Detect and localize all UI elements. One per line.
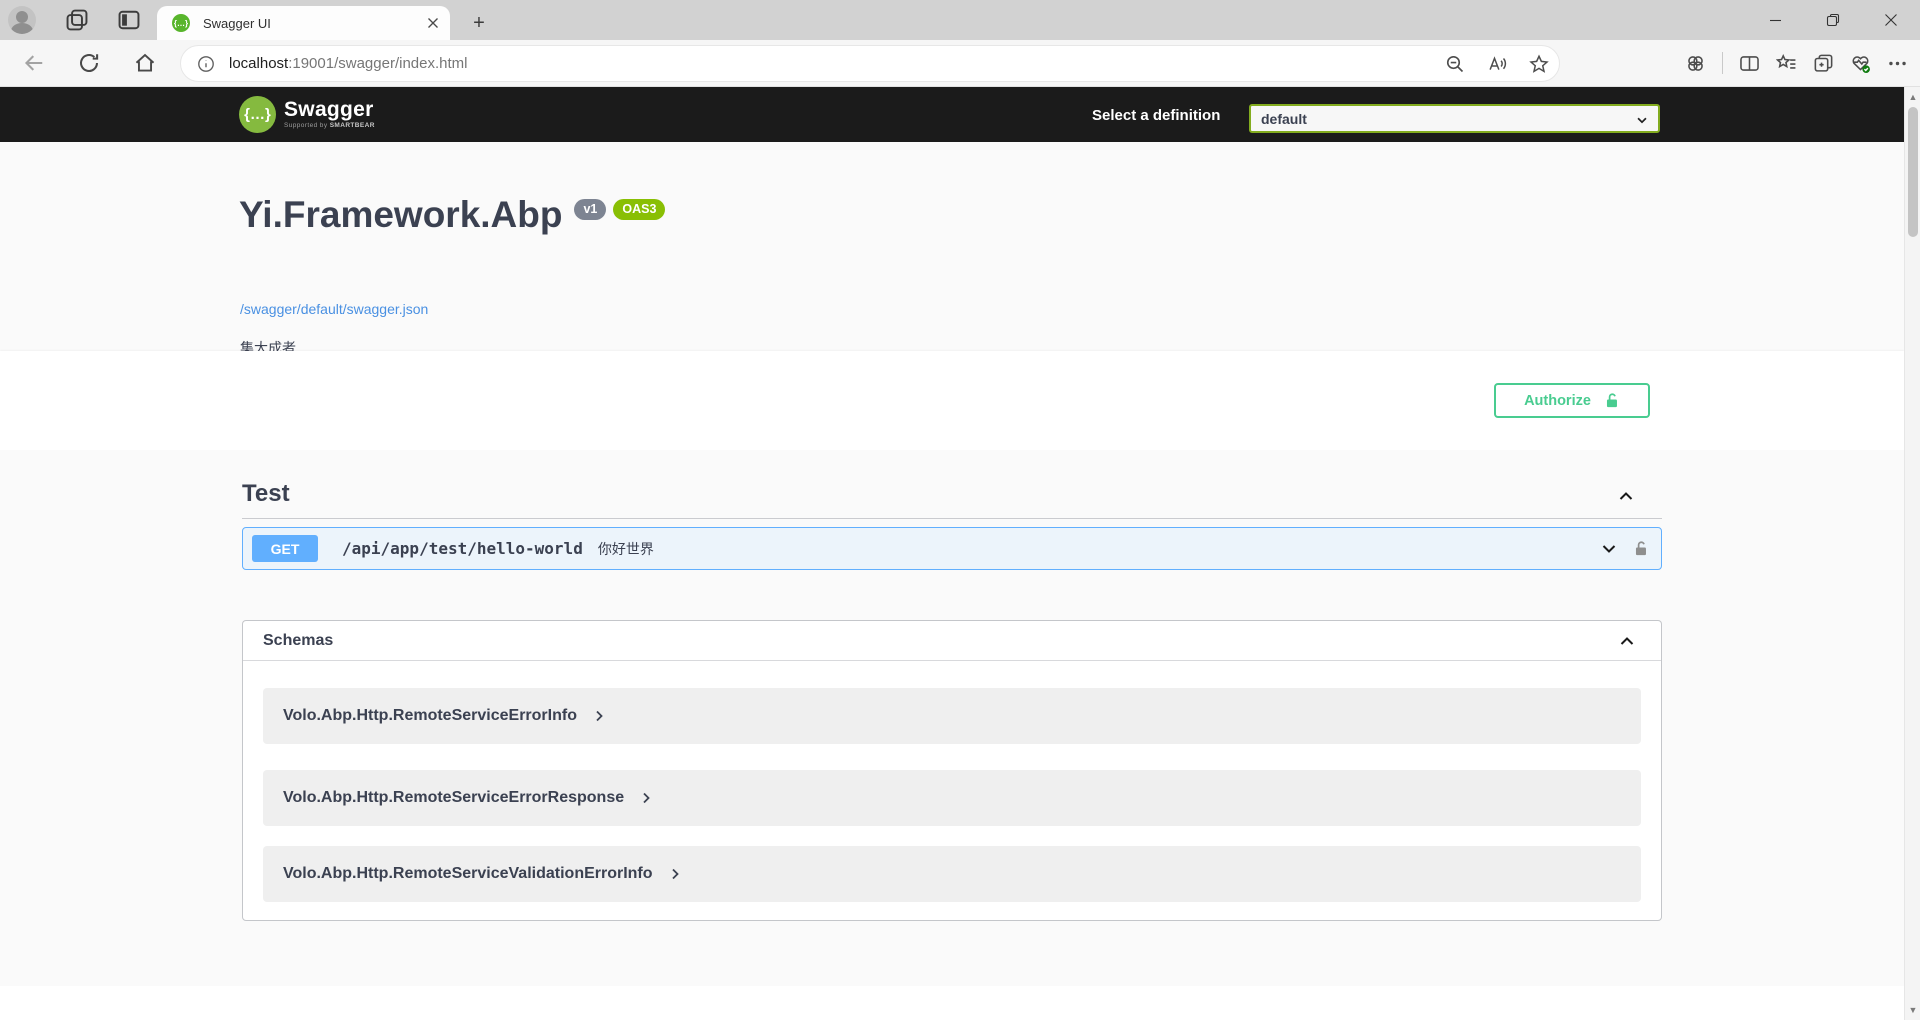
definition-select-label: Select a definition: [1092, 107, 1220, 124]
operation-lock-icon[interactable]: [1632, 540, 1649, 557]
schemas-header[interactable]: Schemas: [243, 621, 1661, 661]
home-icon[interactable]: [134, 52, 156, 74]
collections-icon[interactable]: [1813, 53, 1834, 74]
window-controls: [1746, 0, 1920, 40]
model-expand-chevron-right-icon: [667, 866, 683, 882]
window-restore-button[interactable]: [1804, 0, 1862, 40]
swagger-favicon-icon: {…}: [172, 14, 190, 32]
favorite-star-icon[interactable]: [1529, 54, 1549, 74]
unlocked-padlock-icon: [1603, 392, 1620, 409]
settings-more-icon[interactable]: [1887, 53, 1908, 74]
split-screen-icon[interactable]: [1739, 53, 1760, 74]
addressbar-actions: [1445, 46, 1549, 81]
browser-toolbar: localhost:19001/swagger/index.html: [0, 40, 1920, 87]
new-tab-button[interactable]: +: [466, 10, 492, 36]
definition-select-value: default: [1261, 111, 1307, 127]
definition-select[interactable]: default: [1249, 104, 1660, 133]
model-name: Volo.Abp.Http.RemoteServiceErrorResponse: [283, 789, 624, 807]
operation-path: /api/app/test/hello-world: [342, 539, 583, 558]
toolbar-right-actions: [1685, 52, 1908, 74]
swagger-logo-subtext: Supported by SMARTBEAR: [284, 122, 375, 129]
authorize-label: Authorize: [1524, 393, 1591, 409]
browser-essentials-icon[interactable]: [1850, 53, 1871, 74]
tab-title: Swagger UI: [203, 16, 271, 31]
version-badge: v1: [574, 199, 606, 220]
tag-title: Test: [242, 480, 290, 507]
read-aloud-icon[interactable]: [1487, 54, 1507, 74]
scrollbar-thumb[interactable]: [1908, 107, 1918, 237]
swagger-page: {…} Swagger Supported by SMARTBEAR Selec…: [0, 87, 1904, 1020]
schemas-section: Schemas Volo.Abp.Http.RemoteServiceError…: [242, 620, 1662, 921]
profile-avatar[interactable]: [8, 6, 36, 34]
site-info-icon[interactable]: [197, 55, 215, 73]
scheme-container: Authorize: [0, 351, 1904, 450]
tab-close-icon[interactable]: [424, 14, 442, 32]
swagger-logo-text: Swagger: [284, 100, 375, 120]
toolbar-divider: [1722, 52, 1723, 74]
expand-chevron-down-icon[interactable]: [1599, 539, 1619, 559]
page-scrollbar[interactable]: ▲ ▼: [1904, 87, 1920, 1020]
spec-json-link[interactable]: /swagger/default/swagger.json: [240, 301, 428, 317]
model-expand-chevron-right-icon: [591, 708, 607, 724]
model-name: Volo.Abp.Http.RemoteServiceErrorInfo: [283, 707, 577, 725]
window-close-button[interactable]: [1862, 0, 1920, 40]
model-row-remote-service-validation-error-info[interactable]: Volo.Abp.Http.RemoteServiceValidationErr…: [263, 846, 1641, 902]
address-bar[interactable]: localhost:19001/swagger/index.html: [180, 45, 1560, 82]
refresh-icon[interactable]: [78, 52, 100, 74]
http-method-badge: GET: [252, 535, 318, 562]
model-row-remote-service-error-response[interactable]: Volo.Abp.Http.RemoteServiceErrorResponse: [263, 770, 1641, 826]
browser-tab-swagger-ui[interactable]: {…} Swagger UI: [157, 6, 450, 40]
operation-summary: 你好世界: [598, 539, 654, 559]
model-expand-chevron-right-icon: [638, 790, 654, 806]
opblock-get-hello-world[interactable]: GET /api/app/test/hello-world 你好世界: [242, 527, 1662, 570]
avatar-body: [11, 23, 33, 34]
url-text[interactable]: localhost:19001/swagger/index.html: [229, 55, 467, 72]
authorize-button[interactable]: Authorize: [1494, 383, 1650, 418]
extensions-icon[interactable]: [1685, 53, 1706, 74]
url-host: localhost: [229, 55, 288, 72]
zoom-out-icon[interactable]: [1445, 54, 1465, 74]
browser-titlebar: {…} Swagger UI +: [0, 0, 1920, 40]
model-name: Volo.Abp.Http.RemoteServiceValidationErr…: [283, 865, 653, 883]
schemas-title: Schemas: [263, 632, 333, 650]
tab-actions-icon[interactable]: [117, 8, 141, 32]
browser-viewport: {…} Swagger Supported by SMARTBEAR Selec…: [0, 87, 1920, 1020]
workspaces-icon[interactable]: [65, 8, 89, 32]
scroll-down-arrow-icon[interactable]: ▼: [1905, 1002, 1920, 1018]
collapse-chevron-up-icon[interactable]: [1616, 486, 1636, 506]
url-path: :19001/swagger/index.html: [288, 55, 467, 72]
window-minimize-button[interactable]: [1746, 0, 1804, 40]
oas3-badge: OAS3: [613, 199, 665, 220]
select-chevron-down-icon: [1635, 113, 1649, 127]
schemas-collapse-chevron-up-icon[interactable]: [1617, 631, 1637, 651]
favorites-bar-icon[interactable]: [1776, 53, 1797, 74]
back-icon[interactable]: [23, 52, 45, 74]
avatar-head: [16, 11, 28, 23]
swagger-topbar: {…} Swagger Supported by SMARTBEAR Selec…: [0, 87, 1904, 142]
model-row-remote-service-error-info[interactable]: Volo.Abp.Http.RemoteServiceErrorInfo: [263, 688, 1641, 744]
swagger-logo: {…} Swagger Supported by SMARTBEAR: [239, 96, 375, 133]
tag-section-test[interactable]: Test: [242, 480, 1662, 519]
swagger-logo-icon: {…}: [239, 96, 276, 133]
scroll-up-arrow-icon[interactable]: ▲: [1905, 89, 1920, 105]
api-title: Yi.Framework.Abpv1OAS3: [239, 194, 665, 236]
api-info-section: Yi.Framework.Abpv1OAS3 /swagger/default/…: [0, 142, 1904, 351]
